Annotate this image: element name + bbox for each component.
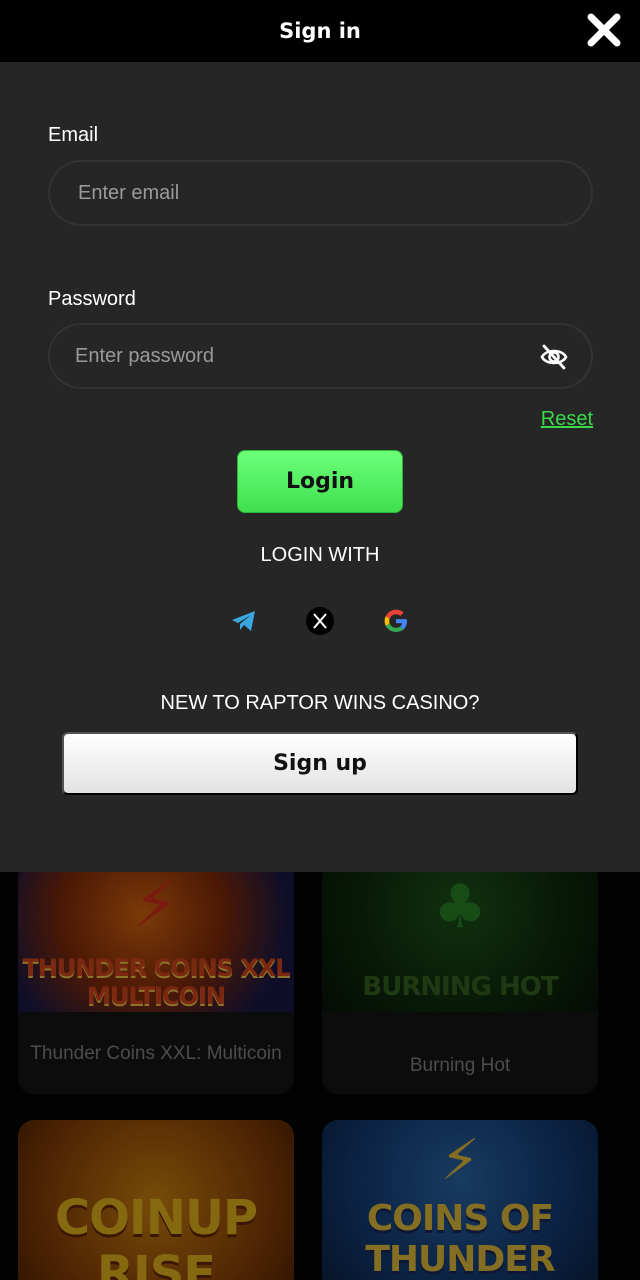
email-label: Email [48,124,99,146]
login-button[interactable]: Login [237,450,403,513]
game-grid: ⚡ THUNDER COINS XXL MULTICOIN Thunder Co… [0,862,640,1280]
email-input[interactable] [78,162,518,224]
email-field-wrapper [48,160,593,226]
modal-header: Sign in [0,0,640,62]
password-input[interactable] [75,325,515,387]
login-with-label: LOGIN WITH [260,544,380,566]
password-field-wrapper [48,323,593,389]
x-icon[interactable] [305,606,335,636]
overlay-dim [0,862,640,1280]
close-icon[interactable] [586,12,622,48]
new-user-prompt: NEW TO RAPTOR WINS CASINO? [160,692,480,714]
password-label: Password [48,288,136,310]
telegram-icon[interactable] [229,606,259,636]
signup-button[interactable]: Sign up [62,732,578,795]
page-title: Sign in [279,19,361,43]
google-icon[interactable] [381,606,411,636]
reset-link[interactable]: Reset [541,408,593,431]
signin-panel: Email Password Reset Login LOGIN WITH NE… [0,62,640,872]
eye-slash-icon[interactable] [539,343,569,371]
